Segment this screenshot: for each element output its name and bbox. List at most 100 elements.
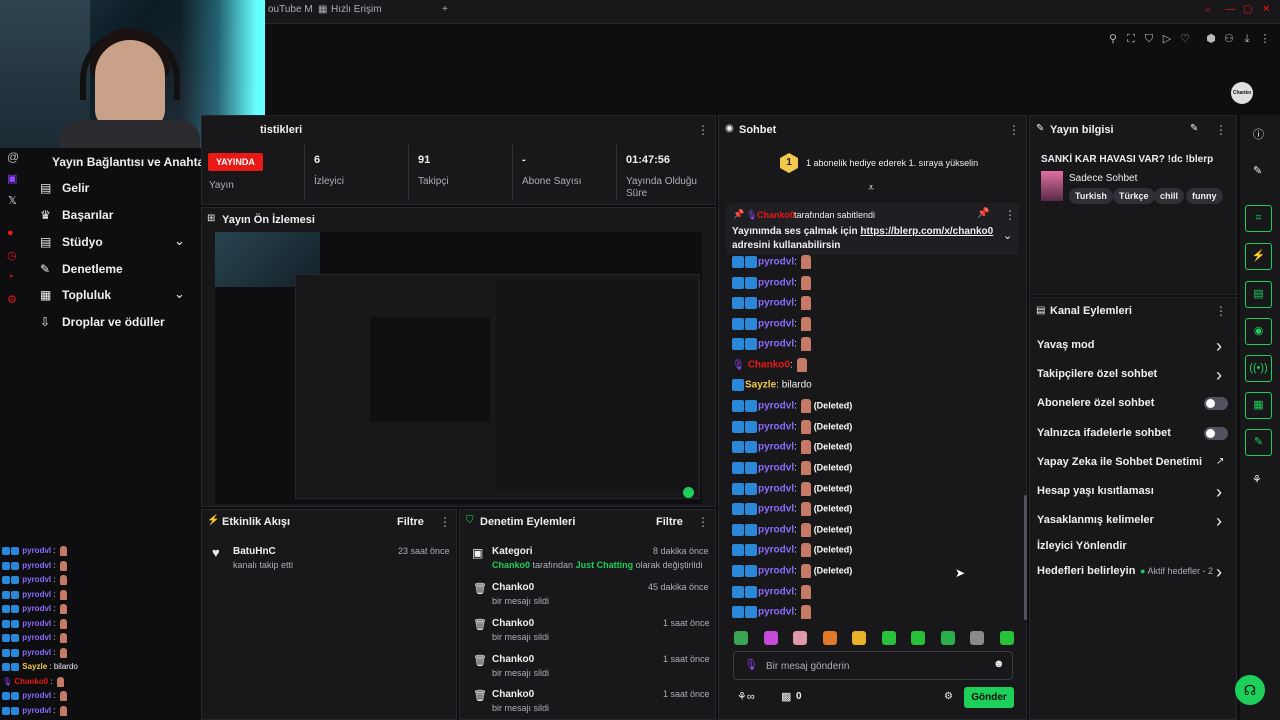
search-icon[interactable]: ⌕ [1205, 4, 1211, 15]
emote-button[interactable] [793, 631, 807, 645]
nav-item-gelir[interactable]: Gelir [62, 181, 89, 195]
emote-button[interactable] [999, 631, 1014, 645]
send-button[interactable]: Gönder [964, 687, 1014, 708]
channel-action-label[interactable]: Abonelere özel sohbet [1037, 397, 1154, 409]
mic-icon[interactable]: 🎙 [744, 658, 758, 671]
gear-icon[interactable]: ⚙ [944, 691, 953, 702]
chat-input-placeholder[interactable]: Bir mesaj gönderin [766, 661, 849, 672]
broadcast-button[interactable]: ((•)) [1245, 355, 1272, 382]
more-icon[interactable]: ⋮ [1004, 208, 1016, 222]
profile-icon[interactable]: ⚇ [1222, 32, 1236, 46]
chevron-down-icon[interactable]: ⌄ [1003, 229, 1012, 242]
nav-item-denetleme[interactable]: Denetleme [62, 262, 123, 276]
twitch-icon[interactable]: ▣ [7, 172, 17, 185]
shield-icon[interactable]: ⛉ [1142, 32, 1156, 46]
nav-item-basarilar[interactable]: Başarılar [62, 208, 113, 222]
chat-username[interactable]: pyrodvl [758, 442, 794, 453]
notes-button[interactable]: ▤ [1245, 281, 1272, 308]
chat-username[interactable]: pyrodvl [758, 318, 794, 329]
chat-username[interactable]: Sayzle [745, 379, 776, 390]
stream-tag[interactable]: Türkçe [1113, 188, 1155, 204]
channel-action-label[interactable]: Hedefleri belirleyin [1037, 565, 1135, 577]
close-icon[interactable]: ✕ [1262, 4, 1270, 15]
more-icon[interactable]: ⋮ [1215, 304, 1227, 318]
gift-icon[interactable]: ▩ [781, 690, 791, 703]
stream-tag[interactable]: funny [1186, 188, 1223, 204]
chat-username[interactable]: pyrodvl [758, 339, 794, 350]
emote-button[interactable] [763, 631, 778, 645]
mod-action-title[interactable]: Chanko0 [492, 618, 534, 629]
chat-username[interactable]: pyrodvl [758, 524, 794, 535]
chevron-down-icon[interactable]: ⌄ [174, 233, 185, 249]
toggle-switch[interactable] [1204, 397, 1228, 410]
channel-action-label[interactable]: Yalnızca ifadelerle sohbet [1037, 427, 1171, 439]
settings-icon[interactable]: ⚙ [7, 293, 17, 306]
layout-button[interactable]: ▦ [1245, 392, 1272, 419]
emote-button[interactable] [734, 631, 748, 645]
emote-button[interactable] [940, 631, 955, 645]
lightning-button[interactable]: ⚡ [1245, 243, 1272, 270]
chat-username[interactable]: Chanko0 [748, 360, 790, 371]
play-icon[interactable]: ▷ [1160, 32, 1174, 46]
scroll-down-icon[interactable]: ⩡ [868, 182, 874, 195]
chat-username[interactable]: pyrodvl [758, 586, 794, 597]
emoji-icon[interactable]: ☻ [993, 658, 1005, 670]
clock-icon[interactable]: ◷ [7, 249, 17, 262]
emote-button[interactable] [881, 631, 896, 645]
mod-category[interactable]: Just Chatting [576, 560, 634, 570]
stream-tag[interactable]: chill [1154, 188, 1185, 204]
points-icon[interactable]: ⚘∞ [737, 690, 755, 703]
more-icon[interactable]: ⋮ [439, 515, 451, 529]
chevron-right-icon[interactable]: › [1216, 511, 1222, 532]
drops-icon[interactable]: ⚘ [1252, 473, 1262, 486]
pinned-user[interactable]: Chanko0 [757, 210, 795, 220]
chat-username[interactable]: pyrodvl [758, 607, 794, 618]
emote-button[interactable] [911, 631, 925, 645]
chat-username[interactable]: pyrodvl [758, 298, 794, 309]
chat-username[interactable]: pyrodvl [758, 504, 794, 515]
nav-title[interactable]: Yayın Bağlantısı ve Anahtarı [52, 155, 212, 169]
chat-username[interactable]: pyrodvl [758, 463, 794, 474]
chat-button[interactable]: ◉ [1245, 318, 1272, 345]
nav-item-droplar[interactable]: Droplar ve ödüller [62, 315, 165, 329]
edit-icon[interactable]: ✎ [1190, 123, 1198, 134]
preview-video[interactable] [215, 232, 702, 504]
menu-icon[interactable]: ⋮ [1258, 32, 1272, 46]
more-icon[interactable]: ⋮ [1215, 123, 1227, 137]
toggle-switch[interactable] [1204, 427, 1228, 440]
chat-username[interactable]: pyrodvl [758, 483, 794, 494]
download-icon[interactable]: ⤓ [1240, 32, 1254, 46]
mod-action-title[interactable]: Chanko0 [492, 689, 534, 700]
chevron-right-icon[interactable]: › [1216, 336, 1222, 357]
external-link-icon[interactable]: ↗ [1216, 456, 1224, 467]
extensions-icon[interactable]: ⬢ [1204, 32, 1218, 46]
help-button[interactable]: ☊ [1235, 675, 1265, 705]
crop-icon[interactable]: ⛶ [1124, 32, 1138, 46]
channel-action-label[interactable]: İzleyici Yönlendir [1037, 540, 1127, 552]
discord-icon[interactable]: ◔ [7, 271, 14, 283]
chat-username[interactable]: pyrodvl [758, 277, 794, 288]
emote-button[interactable] [822, 631, 837, 645]
chevron-right-icon[interactable]: › [1216, 365, 1222, 386]
chat-username[interactable]: pyrodvl [758, 421, 794, 432]
more-icon[interactable]: ⋮ [1008, 123, 1020, 137]
browser-tab[interactable]: ouTube M [268, 4, 313, 15]
unpin-icon[interactable]: 📌 [977, 208, 989, 219]
mod-action-title[interactable]: Chanko0 [492, 582, 534, 593]
minimize-icon[interactable]: — [1225, 4, 1235, 15]
emote-button[interactable] [970, 631, 984, 645]
more-icon[interactable]: ⋮ [697, 123, 709, 137]
stream-tag[interactable]: Turkish [1069, 188, 1113, 204]
heart-icon[interactable]: ♡ [1178, 32, 1192, 46]
chat-username[interactable]: pyrodvl [758, 545, 794, 556]
youtube-icon[interactable]: ● [7, 227, 14, 239]
info-icon[interactable]: ⓘ [1253, 126, 1264, 142]
gift-banner[interactable]: 1 abonelik hediye ederek 1. sıraya yükse… [806, 158, 978, 168]
edit-icon[interactable]: ✎ [1253, 164, 1262, 177]
clip-button[interactable]: ⌗ [1245, 205, 1272, 232]
chat-username[interactable]: pyrodvl [758, 257, 794, 268]
channel-action-label[interactable]: Takipçilere özel sohbet [1037, 368, 1157, 380]
channel-action-label[interactable]: Hesap yaşı kısıtlaması [1037, 485, 1154, 497]
x-icon[interactable]: 𝕏 [8, 194, 17, 207]
emote-button[interactable] [852, 631, 866, 645]
